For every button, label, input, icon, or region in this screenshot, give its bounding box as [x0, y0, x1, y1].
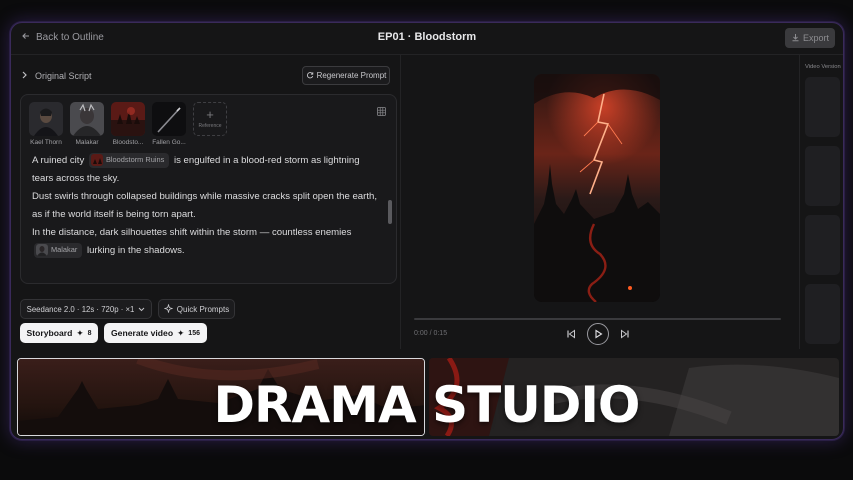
top-bar: Back to Outline EP01 · Bloodstorm Export [11, 23, 843, 55]
character-chip[interactable]: Malakar [34, 242, 83, 258]
storyboard-cost: 8 [87, 329, 92, 337]
banner-title: DRAMA STUDIO [213, 376, 641, 434]
export-button[interactable]: Export [785, 28, 835, 48]
storyboard-button[interactable]: Storyboard ✦ 8 [20, 323, 98, 343]
credit-icon: ✦ [76, 327, 84, 338]
script-text[interactable]: A ruined city Bloodstorm Ruins is engulf… [32, 152, 382, 260]
video-version-rail: Video Version [799, 55, 843, 349]
model-selector[interactable]: Seedance 2.0 · 12s · 720p · ×1 [20, 299, 152, 319]
grid-icon[interactable] [377, 103, 386, 121]
version-slot[interactable] [805, 215, 840, 275]
character-card[interactable]: Bloodsto... [111, 102, 145, 146]
version-slot[interactable] [805, 284, 840, 344]
character-card[interactable]: Fallen Go... [152, 102, 186, 146]
regenerate-label: Regenerate Prompt [316, 71, 387, 80]
quick-prompts-button[interactable]: Quick Prompts [158, 299, 235, 319]
storyboard-label: Storyboard [26, 328, 73, 338]
scrollbar[interactable] [388, 200, 392, 224]
download-icon [791, 33, 800, 44]
character-name: Kael Thorn [30, 139, 62, 146]
skip-forward-icon [621, 329, 629, 339]
next-button[interactable] [618, 326, 632, 342]
page-title: EP01 · Bloodstorm [377, 31, 477, 43]
playback-time: 0:00 / 0:15 [414, 330, 448, 337]
version-slot[interactable] [805, 146, 840, 206]
play-button[interactable] [587, 323, 609, 345]
generate-video-button[interactable]: Generate video ✦ 156 [104, 323, 207, 343]
prompt-card: Kael Thorn Malakar Bloodsto... Fallen Go… [20, 94, 397, 284]
section-title: Original Script [35, 71, 92, 81]
character-card[interactable]: Malakar [70, 102, 104, 146]
character-thumbnail [152, 102, 186, 136]
script-line: lurking in the shadows. [86, 245, 185, 256]
video-preview[interactable] [534, 74, 660, 302]
generate-label: Generate video [111, 328, 174, 338]
character-thumbnail [111, 102, 145, 136]
character-name: Fallen Go... [152, 139, 186, 146]
script-line: Dust swirls through collapsed buildings … [32, 191, 378, 220]
character-thumbnail [70, 102, 104, 136]
credit-icon: ✦ [177, 327, 185, 338]
chevron-down-icon [138, 305, 145, 314]
play-icon [595, 329, 603, 339]
version-slot[interactable] [805, 77, 840, 137]
rail-title: Video Version [805, 64, 841, 70]
character-name: Bloodsto... [112, 139, 144, 146]
character-list: Kael Thorn Malakar Bloodsto... Fallen Go… [29, 102, 227, 146]
quick-prompts-label: Quick Prompts [176, 304, 230, 314]
location-chip[interactable]: Bloodstorm Ruins [88, 152, 170, 168]
model-label: Seedance 2.0 · 12s · 720p · ×1 [26, 304, 135, 314]
chip-label: Malakar [51, 245, 78, 255]
original-script-toggle[interactable]: Original Script [21, 71, 92, 81]
character-name: Malakar [75, 139, 99, 146]
previous-button[interactable] [564, 326, 578, 342]
generate-cost: 156 [188, 329, 200, 337]
character-thumbnail [29, 102, 63, 136]
plus-icon: + [206, 107, 214, 122]
script-line: A ruined city [32, 155, 85, 166]
reference-slot: + Reference [193, 102, 227, 136]
sparkle-icon [163, 302, 174, 315]
skip-back-icon [567, 329, 575, 339]
script-line: In the distance, dark silhouettes shift … [32, 227, 352, 238]
location-thumbnail [90, 154, 103, 167]
chip-label: Bloodstorm Ruins [105, 155, 165, 165]
character-avatar [36, 244, 48, 257]
reference-label: Reference [198, 123, 222, 129]
chevron-right-icon [21, 71, 28, 81]
add-reference-button[interactable]: + Reference [193, 102, 227, 146]
refresh-icon [306, 71, 314, 81]
preview-frame [534, 74, 660, 302]
export-label: Export [802, 33, 829, 43]
character-card[interactable]: Kael Thorn [29, 102, 63, 146]
regenerate-prompt-button[interactable]: Regenerate Prompt [302, 66, 390, 85]
progress-bar[interactable] [414, 318, 781, 320]
